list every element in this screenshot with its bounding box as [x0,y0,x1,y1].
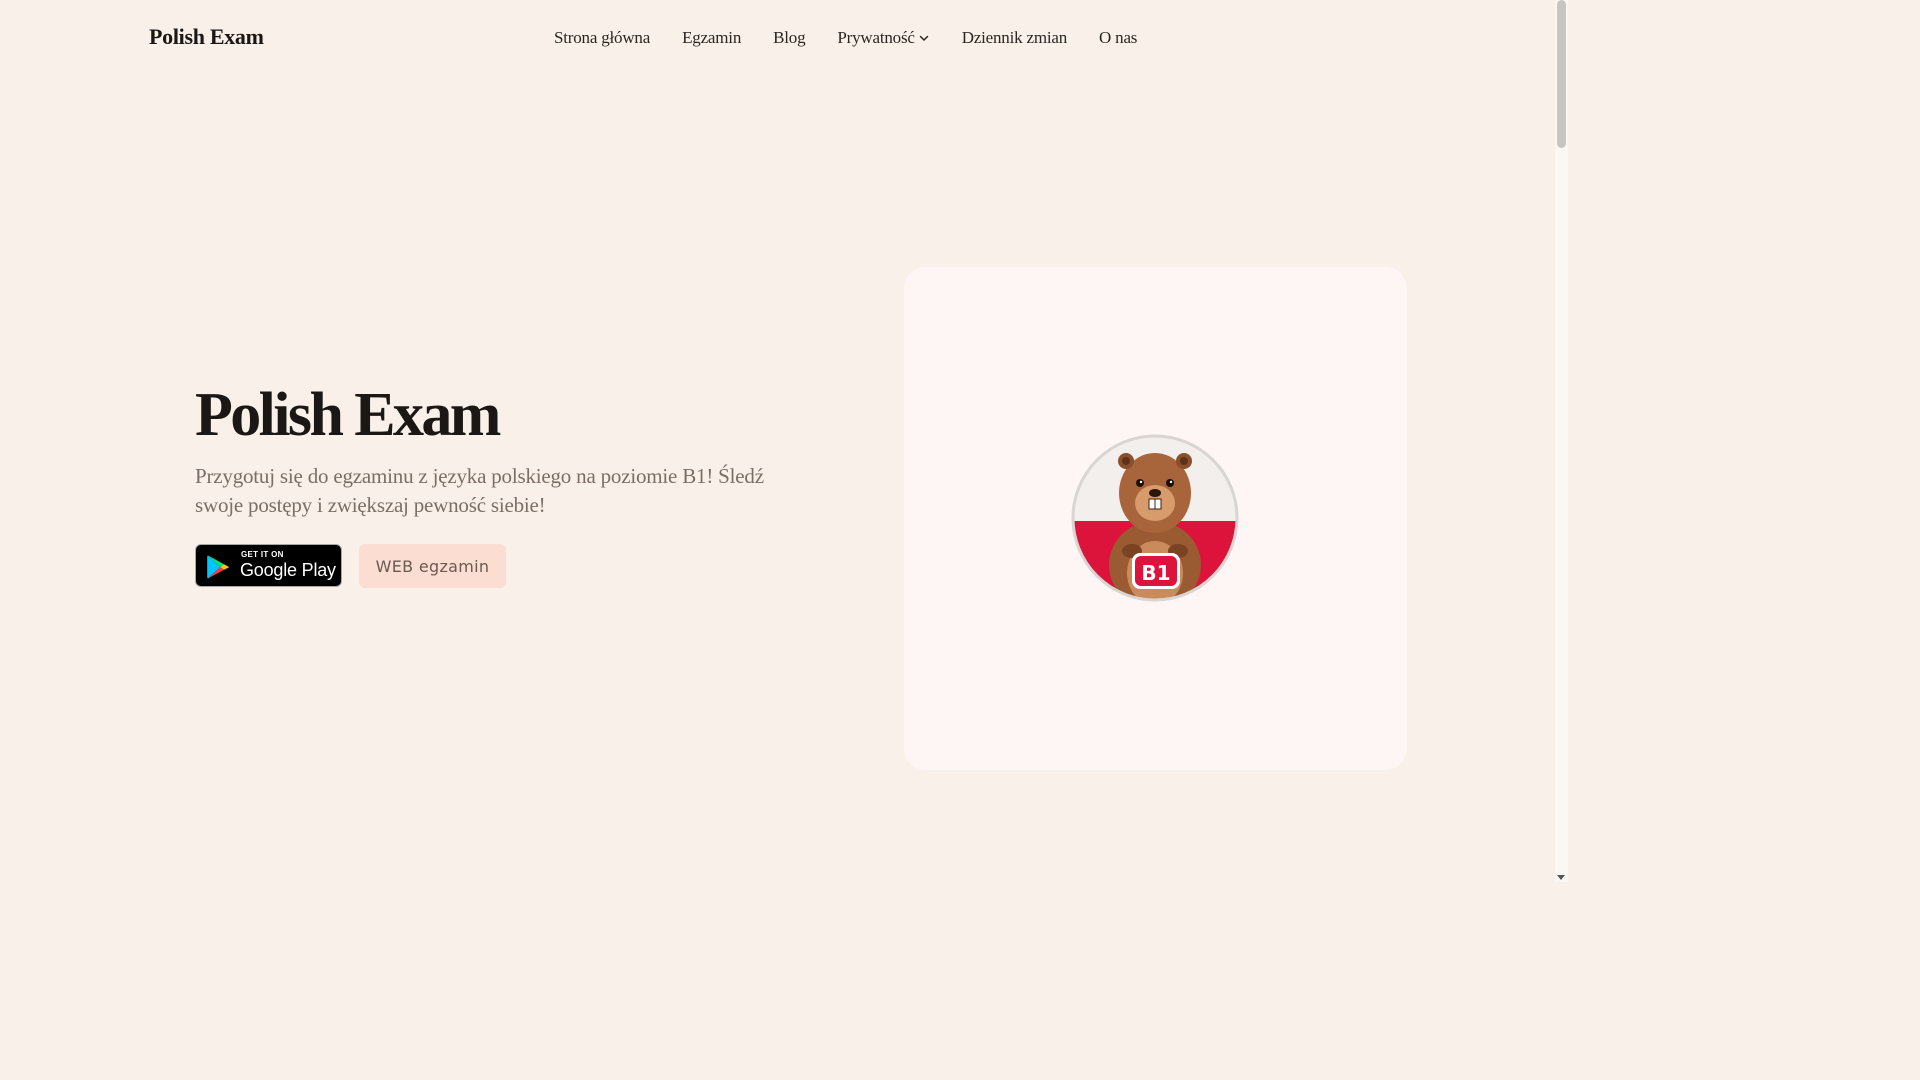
google-play-badge-button[interactable]: GET IT ON Google Play [195,544,342,587]
main-nav: Strona główna Egzamin Blog Prywatność Dz… [554,28,1137,48]
scroll-down-arrow-icon[interactable] [1557,875,1565,880]
nav-item-home[interactable]: Strona główna [554,28,650,48]
hero-subtitle: Przygotuj się do egzaminu z języka polsk… [195,464,764,517]
nav-item-privacy[interactable]: Prywatność [837,28,929,48]
scrollbar-thumb[interactable] [1557,0,1566,148]
hero-image-card: B1 [904,267,1407,770]
brand-logo-link[interactable]: Polish Exam [149,24,264,50]
google-play-big-text: Google Play [240,560,336,580]
b1-badge-text: B1 [1141,561,1170,585]
nav-item-blog[interactable]: Blog [773,28,805,48]
chevron-down-icon [919,35,928,41]
web-exam-button[interactable]: WEB egzamin [359,544,506,588]
nav-item-privacy-label: Prywatność [837,28,915,47]
beaver-mascot-image: B1 [1071,434,1239,602]
page-scrollbar[interactable] [1555,0,1568,882]
hero-title: Polish Exam [195,381,501,449]
page: Polish Exam Strona główna Egzamin Blog P… [0,0,1568,882]
google-play-logo-icon [207,555,229,579]
google-play-small-text: GET IT ON [241,550,284,559]
nav-item-about[interactable]: O nas [1099,28,1137,48]
nav-item-exam[interactable]: Egzamin [682,28,741,48]
nav-item-changelog[interactable]: Dziennik zmian [962,28,1068,48]
